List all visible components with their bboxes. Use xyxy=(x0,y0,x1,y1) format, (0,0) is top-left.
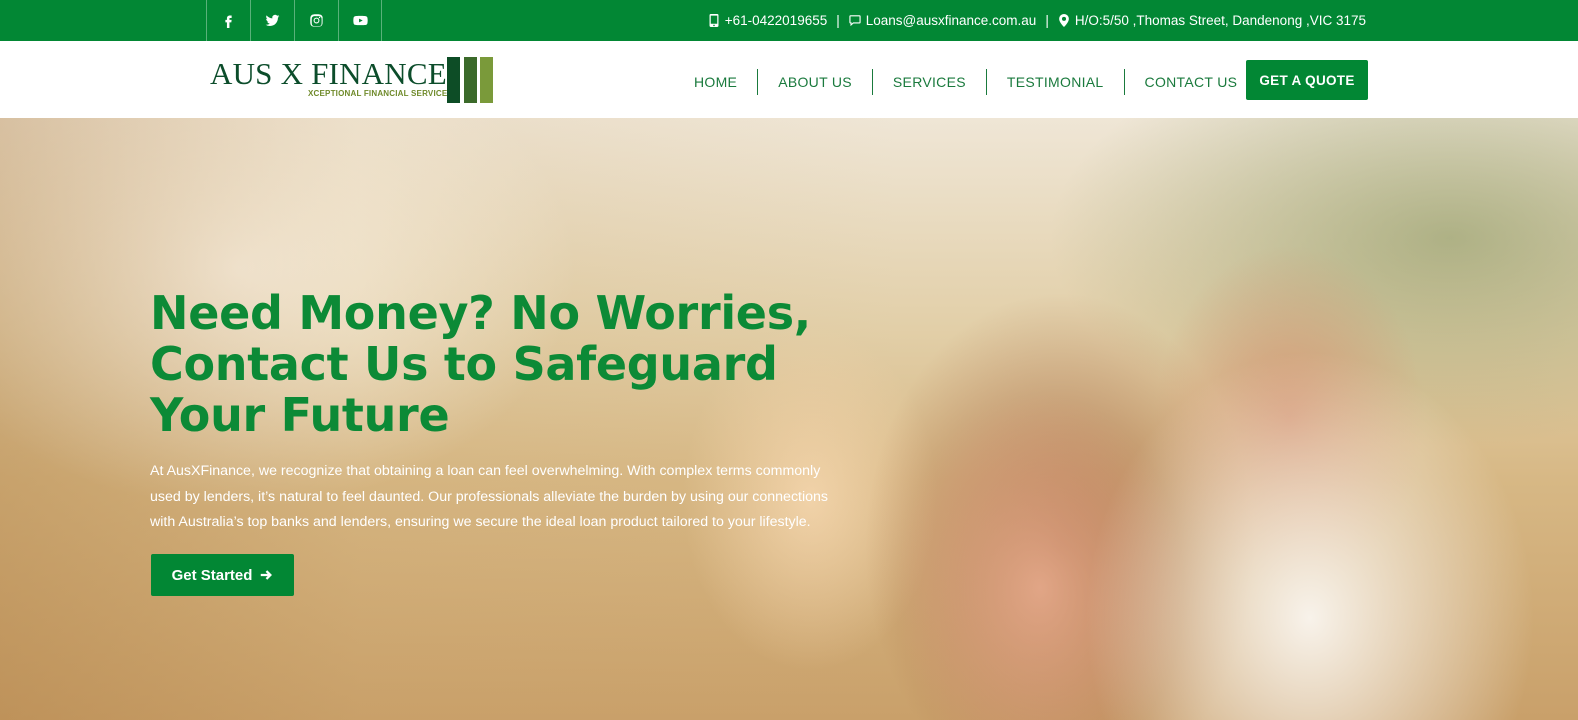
logo-bar xyxy=(464,57,477,103)
map-pin-icon xyxy=(1058,14,1069,27)
twitter-link[interactable] xyxy=(250,0,294,41)
contact-info: +61-0422019655 | Loans@ausxfinance.com.a… xyxy=(708,0,1366,41)
address-text: H/O:5/50 ,Thomas Street, Dandenong ,VIC … xyxy=(1074,13,1366,28)
logo-bar xyxy=(447,57,460,103)
phone-icon xyxy=(709,14,719,27)
phone-contact[interactable]: +61-0422019655 xyxy=(708,13,827,28)
separator: | xyxy=(1045,13,1049,28)
facebook-link[interactable] xyxy=(206,0,250,41)
nav-contact-us[interactable]: CONTACT US xyxy=(1125,69,1259,95)
logo-bar xyxy=(480,57,493,103)
nav-about-us[interactable]: ABOUT US xyxy=(758,69,873,95)
address-contact: H/O:5/50 ,Thomas Street, Dandenong ,VIC … xyxy=(1058,13,1366,28)
phone-number: +61-0422019655 xyxy=(724,13,828,28)
get-started-button[interactable]: Get Started xyxy=(151,554,294,596)
email-contact[interactable]: Loans@ausxfinance.com.au xyxy=(849,13,1037,28)
arrow-right-icon xyxy=(261,570,273,580)
hero-description: At AusXFinance, we recognize that obtain… xyxy=(150,463,829,530)
get-started-label: Get Started xyxy=(171,566,253,584)
youtube-link[interactable] xyxy=(338,0,382,41)
nav-home[interactable]: HOME xyxy=(674,69,759,95)
youtube-icon xyxy=(352,15,368,26)
site-logo[interactable]: AUS X FINANCE XCEPTIONAL FINANCIAL SERVI… xyxy=(210,56,495,106)
logo-wordmark: AUS X FINANCE xyxy=(210,56,447,91)
logo-tagline: XCEPTIONAL FINANCIAL SERVICES xyxy=(308,89,453,98)
main-header: AUS X FINANCE XCEPTIONAL FINANCIAL SERVI… xyxy=(0,41,1578,118)
twitter-icon xyxy=(265,14,280,27)
facebook-icon xyxy=(225,15,232,28)
separator: | xyxy=(836,13,840,28)
get-a-quote-button[interactable]: GET A QUOTE xyxy=(1246,60,1368,100)
hero-section: Need Money? No Worries, Contact Us to Sa… xyxy=(0,118,1578,720)
social-links xyxy=(206,0,382,41)
chat-icon xyxy=(849,15,861,27)
nav-testimonial[interactable]: TESTIMONIAL xyxy=(987,69,1125,95)
instagram-link[interactable] xyxy=(294,0,338,41)
top-bar: +61-0422019655 | Loans@ausxfinance.com.a… xyxy=(0,0,1578,41)
email-address: Loans@ausxfinance.com.au xyxy=(865,13,1037,28)
main-nav: HOME ABOUT US SERVICES TESTIMONIAL CONTA… xyxy=(674,69,1259,95)
hero-title: Need Money? No Worries, Contact Us to Sa… xyxy=(150,286,811,442)
instagram-icon xyxy=(310,14,323,27)
nav-services[interactable]: SERVICES xyxy=(873,69,987,95)
